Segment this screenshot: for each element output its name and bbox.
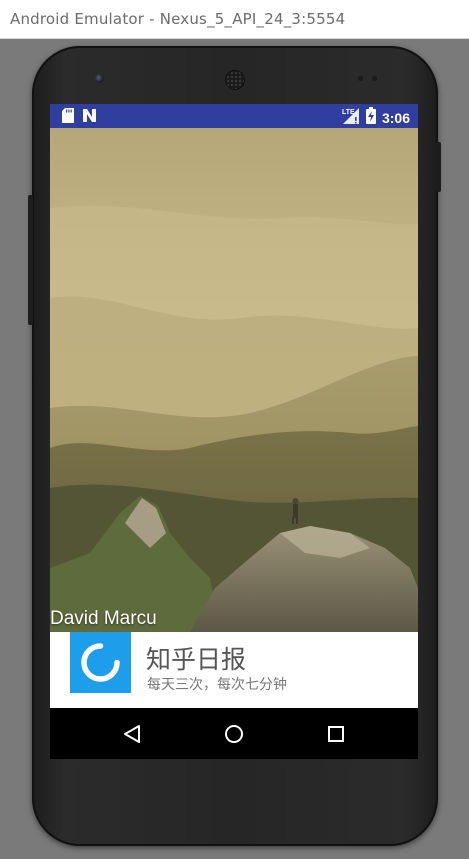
device-screen: LTE 3:06 David Marcu 知乎日报 每天三次，每次七分钟 (50, 104, 418, 759)
lte-signal-icon: LTE (342, 107, 360, 129)
status-bar: LTE 3:06 (50, 104, 418, 128)
notification-n-icon (82, 108, 97, 128)
zhihu-daily-logo-icon (81, 643, 120, 682)
earpiece-speaker (225, 70, 245, 90)
volume-button[interactable] (28, 195, 33, 325)
front-camera (95, 74, 104, 83)
battery-charging-icon (365, 107, 376, 129)
app-name: 知乎日报 (146, 645, 247, 674)
svg-text:LTE: LTE (342, 109, 355, 116)
navigation-bar (50, 708, 418, 759)
sd-card-icon (62, 108, 74, 128)
home-button[interactable] (220, 720, 248, 748)
recents-button[interactable] (322, 720, 350, 748)
splash-photo: David Marcu (50, 128, 418, 632)
app-slogan: 每天三次，每次七分钟 (147, 677, 287, 693)
landscape-illustration (50, 128, 418, 632)
emulator-title-bar[interactable]: Android Emulator - Nexus_5_API_24_3:5554 (0, 0, 469, 39)
app-logo (70, 632, 131, 693)
clock: 3:06 (381, 110, 410, 126)
home-icon (225, 725, 243, 743)
brand-bar: 知乎日报 每天三次，每次七分钟 (50, 632, 418, 708)
proximity-sensor (358, 76, 363, 81)
light-sensor (372, 76, 377, 81)
recents-icon (328, 726, 344, 742)
back-icon (124, 725, 140, 743)
photo-credit: David Marcu (50, 608, 157, 629)
window-title: Android Emulator - Nexus_5_API_24_3:5554 (10, 10, 346, 28)
back-button[interactable] (118, 720, 146, 748)
power-button[interactable] (436, 142, 441, 192)
